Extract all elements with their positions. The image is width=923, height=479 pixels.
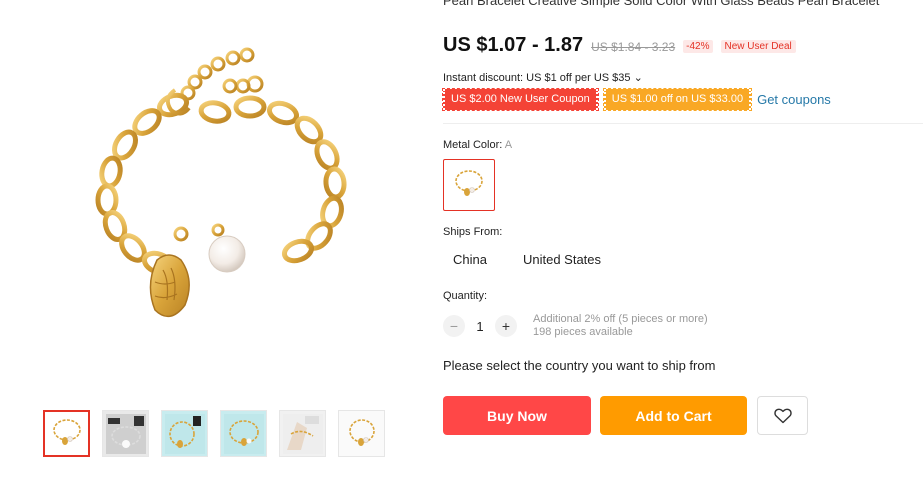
thumbnail-5[interactable] [279,410,326,457]
ship-from-china[interactable]: China [443,247,497,272]
bracelet-thumbnail-icon [282,413,323,454]
additional-discount-text: Additional 2% off (5 pieces or more) [533,313,708,325]
price-row: US $1.07 - 1.87 US $1.84 - 3.23 -42% New… [443,34,796,57]
metal-color-swatch-a[interactable] [443,159,495,211]
quantity-stepper: − 1 + Additional 2% off (5 pieces or mor… [443,313,708,339]
bracelet-thumbnail-icon [348,418,375,446]
bracelet-thumbnail-icon [164,413,205,454]
heart-icon [773,408,792,423]
quantity-info: Additional 2% off (5 pieces or more) 198… [533,313,708,339]
discount-badge: -42% [683,40,713,53]
current-price: US $1.07 - 1.87 [443,34,584,56]
product-title: Pearl Bracelet Creative Simple Solid Col… [443,0,880,8]
get-coupons-link[interactable]: Get coupons [757,92,831,107]
thumbnail-1[interactable] [43,410,90,457]
wishlist-button[interactable] [757,396,808,435]
decrement-button[interactable]: − [443,315,465,337]
quantity-label: Quantity: [443,290,488,302]
bracelet-thumbnail-icon [223,413,264,454]
metal-color-title: Metal Color: [443,139,503,151]
coupon-row: US $2.00 New User Coupon US $1.00 off on… [442,88,831,111]
new-user-coupon[interactable]: US $2.00 New User Coupon [442,88,599,111]
thumbnail-4[interactable] [220,410,267,457]
thumbnail-3[interactable] [161,410,208,457]
store-coupon[interactable]: US $1.00 off on US $33.00 [602,88,753,111]
divider [443,123,923,124]
bracelet-thumbnail-icon [105,413,146,454]
buy-now-button[interactable]: Buy Now [443,396,591,435]
increment-button[interactable]: + [495,315,517,337]
instant-discount-dropdown[interactable]: Instant discount: US $1 off per US $35 ⌄ [443,71,643,84]
new-user-deal-badge: New User Deal [720,40,796,53]
thumbnail-strip [43,410,385,457]
quantity-input[interactable]: 1 [465,319,495,334]
bracelet-thumbnail-icon [52,418,81,445]
action-buttons: Buy Now Add to Cart [443,396,808,435]
thumbnail-2[interactable] [102,410,149,457]
original-price: US $1.84 - 3.23 [591,40,676,54]
bracelet-image [95,47,347,318]
ship-country-note: Please select the country you want to sh… [443,358,716,373]
ships-from-label: Ships From: [443,226,503,238]
ship-from-united-states[interactable]: United States [513,247,611,272]
metal-color-label: Metal Color: A [443,139,512,151]
pieces-available-text: 198 pieces available [533,326,633,338]
metal-color-value: A [504,139,513,151]
thumbnail-6[interactable] [338,410,385,457]
ships-from-options: China United States [443,247,611,272]
main-product-image[interactable] [55,20,395,350]
add-to-cart-button[interactable]: Add to Cart [600,396,747,435]
bracelet-swatch-icon [455,170,483,196]
